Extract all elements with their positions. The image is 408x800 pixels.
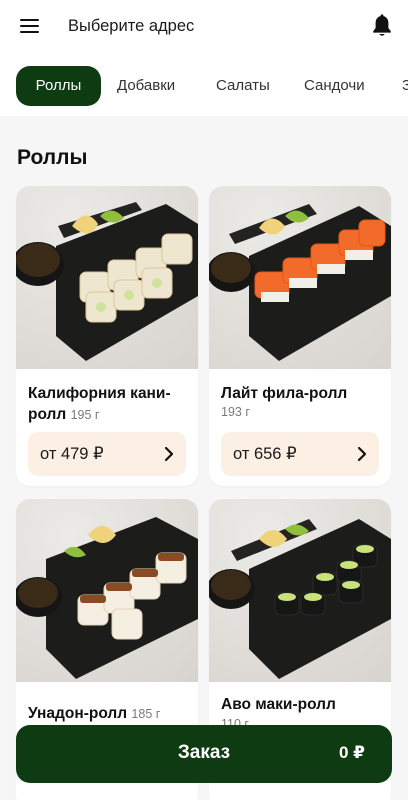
product-name: Лайт фила-ролл bbox=[221, 385, 348, 402]
price-button[interactable]: от 479 ₽ bbox=[28, 432, 186, 476]
price-label: от 479 ₽ bbox=[40, 445, 104, 463]
price-label: от 656 ₽ bbox=[233, 445, 297, 463]
order-label: Заказ bbox=[177, 742, 231, 763]
chevron-right-icon bbox=[164, 446, 174, 462]
product-name: Аво маки-ролл bbox=[221, 696, 336, 713]
address-selector[interactable]: Выберите адрес bbox=[68, 17, 194, 36]
product-photo bbox=[16, 499, 198, 682]
category-tabs: Роллы Добавки Салаты Сандочи З bbox=[0, 66, 408, 106]
product-card[interactable]: Калифорния кани-ролл 195 г от 479 ₽ bbox=[16, 186, 198, 486]
product-name: Унадон-ролл 185 г bbox=[28, 705, 161, 722]
tab-sandwiches[interactable]: Сандочи bbox=[304, 66, 365, 106]
hamburger-menu-icon bbox=[20, 17, 40, 35]
product-weight: 193 г bbox=[221, 405, 250, 419]
tab-additions[interactable]: Добавки bbox=[117, 66, 175, 106]
tab-salads[interactable]: Салаты bbox=[216, 66, 270, 106]
notifications-button[interactable] bbox=[371, 14, 393, 38]
order-button[interactable]: Заказ 0 ₽ bbox=[16, 725, 392, 783]
top-bar: Выберите адрес bbox=[0, 0, 408, 54]
product-weight: 185 г bbox=[131, 707, 161, 721]
product-photo bbox=[209, 499, 391, 682]
product-photo bbox=[16, 186, 198, 369]
section-title: Роллы bbox=[17, 146, 88, 169]
product-card[interactable]: Лайт фила-ролл 193 г от 656 ₽ bbox=[209, 186, 391, 486]
price-button[interactable]: от 656 ₽ bbox=[221, 432, 379, 476]
product-name: Калифорния кани-ролл 195 г bbox=[28, 385, 171, 423]
tab-rolls[interactable]: Роллы bbox=[16, 66, 101, 106]
product-weight: 195 г bbox=[70, 408, 100, 422]
menu-button[interactable] bbox=[20, 17, 40, 35]
bell-icon bbox=[373, 14, 391, 36]
tab-next-partial[interactable]: З bbox=[402, 66, 408, 106]
order-total: 0 ₽ bbox=[338, 743, 365, 762]
product-photo bbox=[209, 186, 391, 369]
chevron-right-icon bbox=[357, 446, 367, 462]
